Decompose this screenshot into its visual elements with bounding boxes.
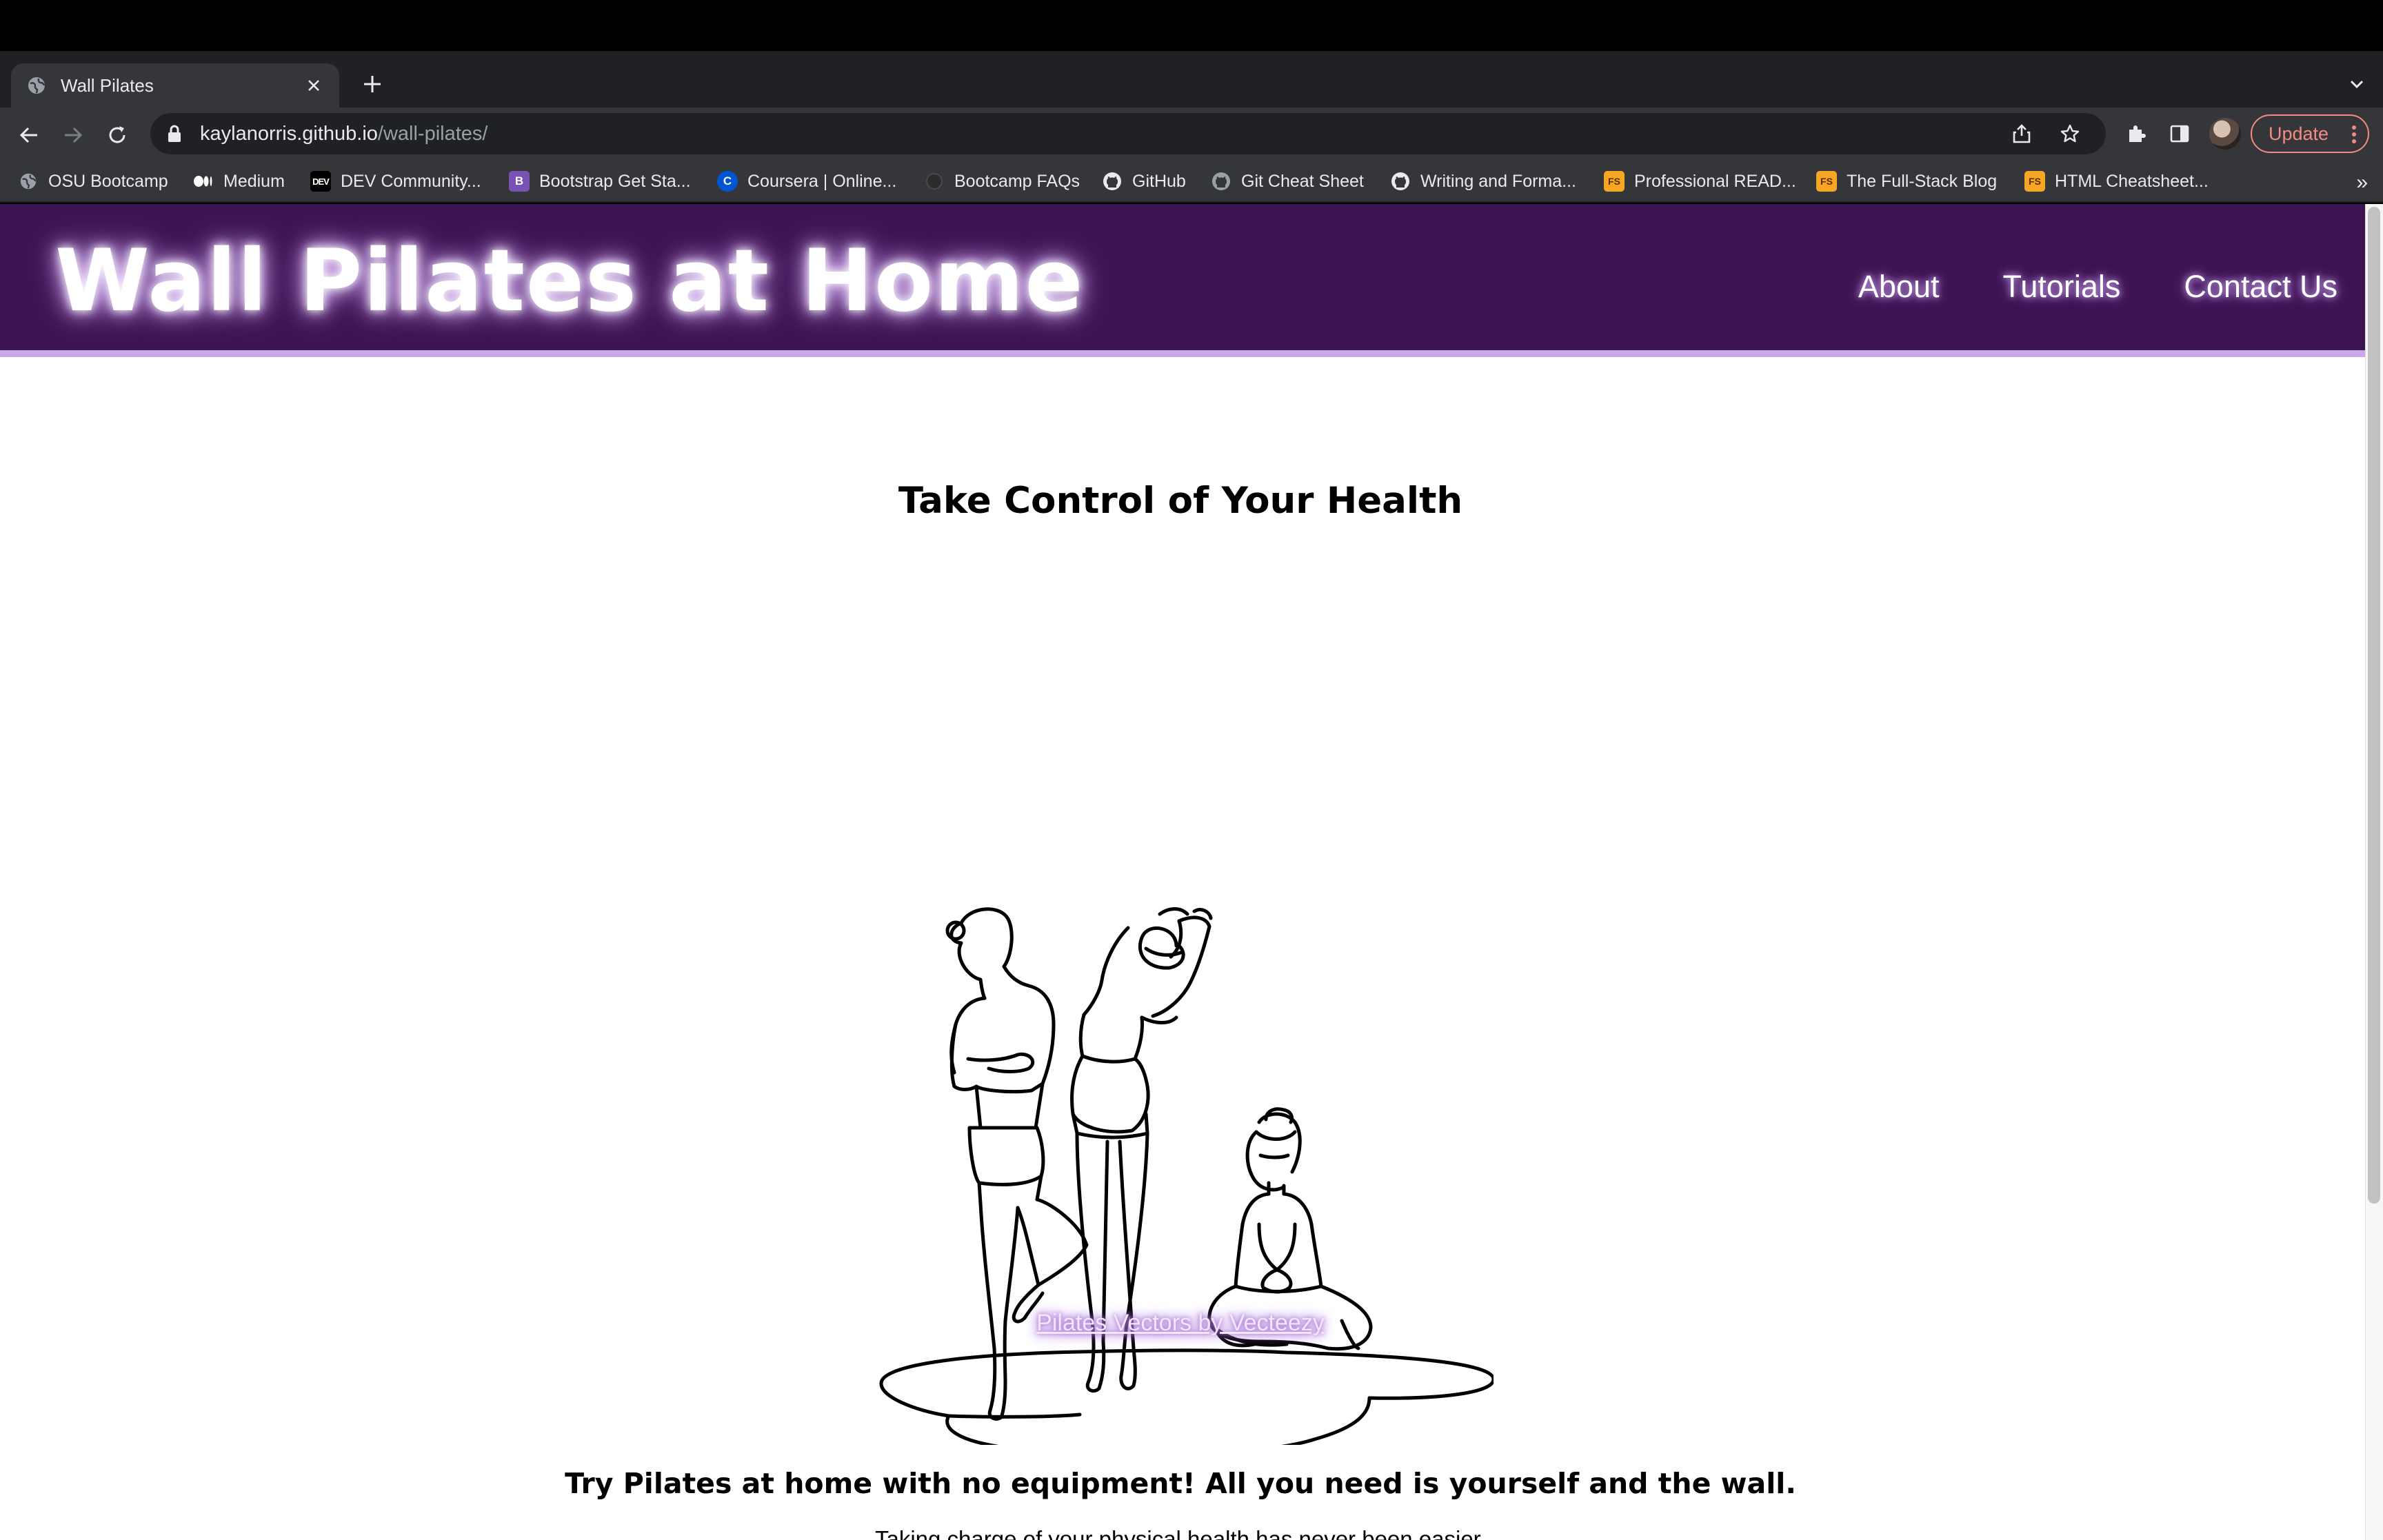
page-scrollbar[interactable] — [2365, 204, 2383, 1540]
bookmark-label: Medium — [223, 171, 285, 191]
bookmarks-bar: OSU Bootcamp Medium DEV DEV Community...… — [0, 160, 2383, 203]
back-arrow-icon[interactable] — [15, 121, 43, 149]
bookmark-bootstrap[interactable]: B Bootstrap Get Sta... — [509, 170, 691, 193]
bookmark-label: Writing and Forma... — [1420, 171, 1577, 191]
url-text: kaylanorris.github.io/wall-pilates/ — [200, 123, 487, 145]
bookmark-coursera[interactable]: C Coursera | Online... — [717, 170, 896, 193]
reload-icon[interactable] — [103, 121, 131, 149]
dev-icon: DEV — [310, 171, 331, 192]
bookmark-label: GitHub — [1132, 171, 1186, 191]
window-titlebar — [0, 0, 2383, 51]
github-icon — [1211, 171, 1231, 192]
close-icon[interactable] — [303, 75, 324, 96]
site-nav: About Tutorials Contact Us — [1858, 269, 2337, 305]
fs-icon: FS — [2024, 171, 2045, 192]
update-button[interactable]: Update — [2251, 114, 2369, 153]
bookmark-label: Bootstrap Get Sta... — [539, 171, 691, 191]
update-label: Update — [2269, 123, 2329, 144]
bookmark-medium[interactable]: Medium — [193, 170, 285, 193]
fs-icon: FS — [1816, 171, 1837, 192]
bookmark-professional-readme[interactable]: FS Professional READ... — [1604, 170, 1796, 193]
bookmark-bootcamp-faqs[interactable]: Bootcamp FAQs — [924, 170, 1080, 193]
tab-strip: Wall Pilates — [0, 51, 2383, 108]
bookmark-label: Git Cheat Sheet — [1241, 171, 1364, 191]
medium-icon — [193, 171, 214, 192]
url-path: /wall-pilates/ — [377, 122, 488, 145]
intro-paragraph: Taking charge of your physical health ha… — [874, 1526, 1487, 1540]
forward-arrow-icon[interactable] — [59, 121, 87, 149]
nav-link-tutorials[interactable]: Tutorials — [2003, 269, 2121, 305]
bookmark-label: Professional READ... — [1634, 171, 1796, 191]
github-icon — [1390, 171, 1411, 192]
scrollbar-thumb[interactable] — [2368, 207, 2380, 1204]
bookmark-label: Bootcamp FAQs — [954, 171, 1080, 191]
bookmark-label: Coursera | Online... — [747, 171, 897, 191]
circle-icon — [924, 171, 945, 192]
bookmark-label: HTML Cheatsheet... — [2055, 171, 2209, 191]
side-panel-icon[interactable] — [2169, 113, 2190, 154]
bootstrap-icon: B — [509, 171, 530, 192]
site-title: Wall Pilates at Home — [55, 232, 1085, 331]
more-vert-icon[interactable] — [2351, 124, 2357, 145]
extensions-icon[interactable] — [2125, 113, 2147, 154]
nav-link-about[interactable]: About — [1858, 269, 1940, 305]
image-credit: Pilates Vectors by Vecteezy — [0, 1310, 2361, 1337]
nav-link-contact-us[interactable]: Contact Us — [2184, 269, 2337, 305]
star-icon[interactable] — [2058, 121, 2082, 146]
bookmark-git-cheat-sheet[interactable]: Git Cheat Sheet — [1211, 170, 1364, 193]
bookmarks-overflow-button[interactable]: » — [2356, 171, 2368, 194]
tab-title: Wall Pilates — [61, 74, 154, 96]
profile-avatar[interactable] — [2209, 113, 2241, 154]
github-icon — [1102, 171, 1123, 192]
fs-icon: FS — [1604, 171, 1625, 192]
lock-icon[interactable] — [167, 125, 185, 143]
bookmark-github[interactable]: GitHub — [1102, 170, 1186, 193]
bookmark-osu-bootcamp[interactable]: OSU Bootcamp — [18, 170, 168, 193]
tab-wall-pilates[interactable]: Wall Pilates — [11, 63, 339, 108]
share-icon[interactable] — [2009, 121, 2034, 146]
bookmark-html-cheatsheet[interactable]: FS HTML Cheatsheet... — [2024, 170, 2209, 193]
globe-icon — [18, 171, 39, 192]
tagline: Try Pilates at home with no equipment! A… — [565, 1467, 1796, 1500]
site-header: Wall Pilates at Home About Tutorials Con… — [0, 204, 2365, 357]
new-tab-button[interactable] — [359, 70, 386, 98]
url-host: kaylanorris.github.io — [200, 122, 378, 145]
page-viewport: Wall Pilates at Home About Tutorials Con… — [0, 204, 2383, 1540]
avatar[interactable] — [2209, 118, 2241, 150]
globe-icon — [26, 75, 47, 96]
chevron-down-icon[interactable] — [2344, 72, 2369, 97]
bookmark-label: The Full-Stack Blog — [1847, 171, 1998, 191]
bookmark-dev-community[interactable]: DEV DEV Community... — [310, 170, 481, 193]
address-bar[interactable]: kaylanorris.github.io/wall-pilates/ — [150, 113, 2106, 154]
bookmark-label: DEV Community... — [341, 171, 481, 191]
bookmark-writing-formatting[interactable]: Writing and Forma... — [1390, 170, 1576, 193]
bookmark-full-stack-blog[interactable]: FS The Full-Stack Blog — [1816, 170, 1997, 193]
page-headline: Take Control of Your Health — [898, 480, 1463, 522]
vecteezy-credit-link[interactable]: Pilates Vectors by Vecteezy — [1036, 1310, 1325, 1336]
coursera-icon: C — [717, 171, 738, 192]
bookmark-label: OSU Bootcamp — [48, 171, 168, 191]
